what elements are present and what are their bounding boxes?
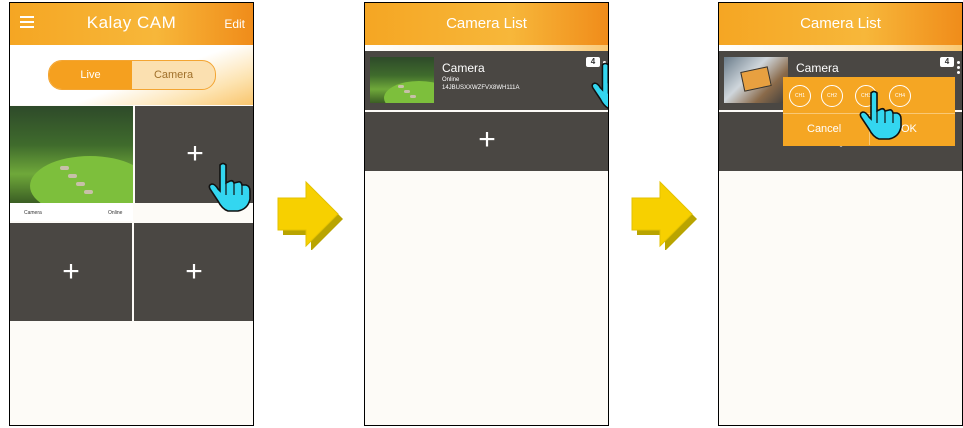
camera-status: Online [442,77,460,83]
page-title: Camera List [446,15,527,32]
plus-icon: + [62,255,80,288]
page-title: Camera List [800,15,881,32]
top-bar: Camera List [719,3,962,45]
camera-name: Camera [442,61,485,75]
more-vert-icon[interactable] [957,61,962,76]
add-camera-row[interactable]: + [365,112,608,171]
camera-list-screen: Camera List Camera Online 14JBUSXXWZFVX8… [364,2,609,426]
tab-camera[interactable]: Camera [132,61,215,89]
channel-count-badge[interactable]: 4 [940,57,954,67]
add-camera-tile[interactable]: + [10,223,132,321]
camera-name: Camera [796,61,839,75]
camera-list-item[interactable]: Camera Online 14JBUSXXWZFVX8WH111A 4 [365,51,608,110]
tile-camera-name: Camera [24,210,42,216]
pointing-hand-icon [859,90,902,140]
camera-thumbnail [724,57,788,103]
camera-uid: 14JBUSXXWZFVX8WH111A [442,85,520,91]
plus-icon: + [478,123,496,156]
top-bar: Kalay CAM Edit [10,3,253,45]
tile-camera-status: Online [108,210,123,216]
home-screen: Kalay CAM Edit Live Camera Camera Online… [9,2,254,426]
camera-tile-caption-bar: Camera Online [10,203,133,221]
camera-thumbnail [370,57,434,103]
channel-ch2-button[interactable]: CH2 [821,85,843,107]
tab-live[interactable]: Live [49,61,132,89]
view-toggle: Live Camera [48,60,216,90]
top-bar: Camera List [365,3,608,45]
app-logo: Kalay CAM [86,13,177,32]
channel-select-screen: Camera List Camera 4 + CH1 CH2 CH3 CH4 C… [718,2,963,426]
pointing-hand-icon [591,62,608,109]
camera-live-thumbnail[interactable] [10,106,133,203]
arrow-right-icon [631,180,697,250]
cancel-button[interactable]: Cancel [807,123,841,135]
channel-ch1-button[interactable]: CH1 [789,85,811,107]
pointing-hand-icon [208,162,251,212]
arrow-right-icon [277,180,343,250]
edit-button[interactable]: Edit [224,17,245,31]
add-camera-tile[interactable]: + [134,223,253,321]
plus-icon: + [185,255,203,288]
